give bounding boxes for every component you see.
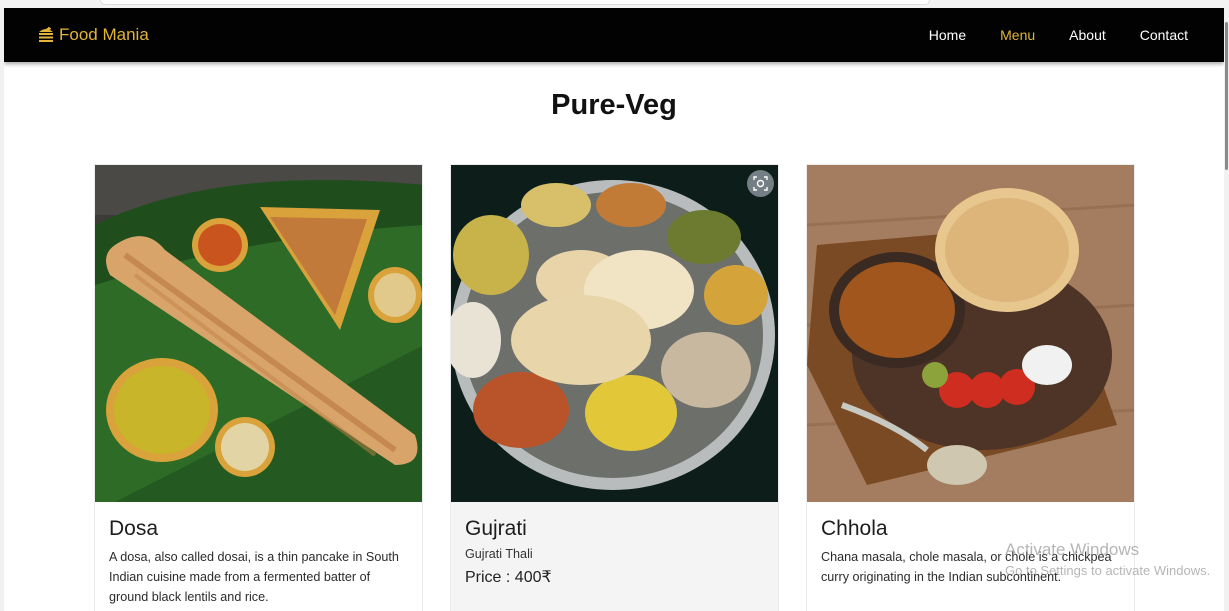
watermark-subtitle: Go to Settings to activate Windows.	[1005, 563, 1211, 578]
brand-logo[interactable]: Food Mania	[38, 22, 149, 48]
address-bar-edge	[100, 0, 930, 5]
card-description: A dosa, also called dosai, is a thin pan…	[109, 550, 399, 604]
navbar: Food Mania Home Menu About Contact	[4, 8, 1224, 62]
browser-chrome	[0, 0, 1229, 8]
nav-contact[interactable]: Contact	[1140, 27, 1188, 43]
scrollbar-thumb[interactable]	[1225, 22, 1228, 170]
brand-name: Food Mania	[59, 25, 149, 44]
nav-about[interactable]: About	[1069, 27, 1106, 43]
nav-links: Home Menu About Contact	[895, 8, 1188, 62]
watermark-title: Activate Windows	[1005, 540, 1140, 559]
nav-menu[interactable]: Menu	[1000, 27, 1035, 43]
card-subtitle: Gujrati Thali	[465, 547, 533, 561]
dosa-photo[interactable]	[95, 165, 422, 502]
food-card-gujrati[interactable]: Gujrati Gujrati Thali Price : 400₹	[450, 164, 779, 611]
activate-windows-watermark: Activate Windows Go to Settings to activ…	[1005, 540, 1210, 578]
card-title: Dosa	[109, 517, 159, 540]
food-card-dosa[interactable]: Dosa A dosa, also called dosai, is a thi…	[94, 164, 423, 611]
card-title: Gujrati	[465, 517, 527, 540]
scrollbar[interactable]	[1224, 8, 1229, 611]
page: Food Mania Home Menu About Contact Pure-…	[4, 8, 1224, 611]
gujrati-thali-photo[interactable]	[451, 165, 778, 502]
section-title: Pure-Veg	[551, 89, 677, 121]
nav-home[interactable]: Home	[929, 27, 966, 43]
burger-icon	[39, 27, 53, 42]
visual-search-icon[interactable]	[747, 170, 774, 197]
card-price: Price : 400₹	[465, 569, 552, 586]
chhola-bhature-photo[interactable]	[807, 165, 1134, 502]
card-title: Chhola	[821, 517, 888, 540]
